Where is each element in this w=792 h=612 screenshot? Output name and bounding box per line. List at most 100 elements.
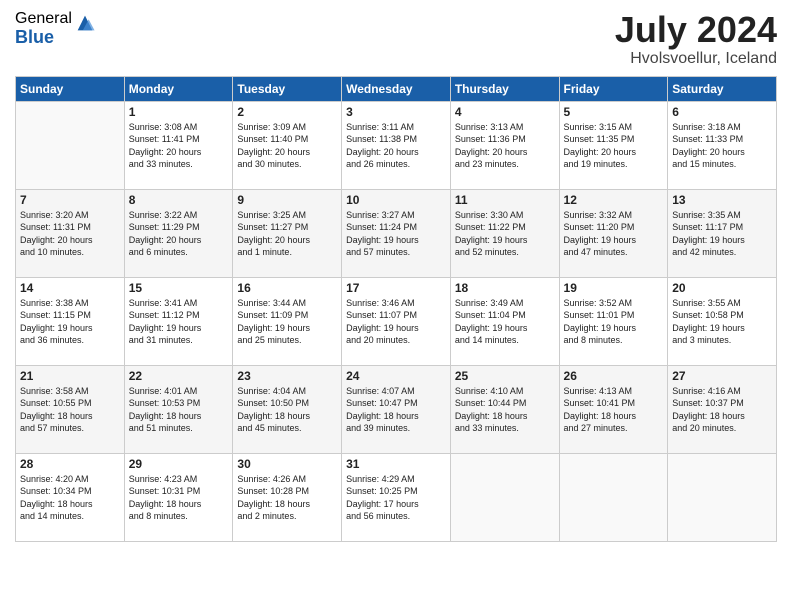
- day-number: 24: [346, 369, 446, 383]
- calendar-cell: 2Sunrise: 3:09 AM Sunset: 11:40 PM Dayli…: [233, 101, 342, 189]
- day-info: Sunrise: 4:23 AM Sunset: 10:31 PM Daylig…: [129, 473, 229, 523]
- calendar-cell: [668, 453, 777, 541]
- calendar-cell: 17 Sunrise: 3:46 AM Sunset: 11:07 PM Dayl…: [342, 277, 451, 365]
- day-info: Sunrise: 3:52 AM Sunset: 11:01 PM Daylig…: [564, 297, 664, 347]
- day-number: 20: [672, 281, 772, 295]
- day-number: 29: [129, 457, 229, 471]
- day-number: 18: [455, 281, 555, 295]
- day-info: Sunrise: 3:20 AM Sunset: 11:31 PM Daylig…: [20, 209, 120, 259]
- day-info: Sunrise: 3:15 AM Sunset: 11:35 PM Daylig…: [564, 121, 664, 171]
- week-row-4: 21 Sunrise: 3:58 AM Sunset: 10:55 PM Dayl…: [16, 365, 777, 453]
- calendar-cell: 28Sunrise: 4:20 AM Sunset: 10:34 PM Dayl…: [16, 453, 125, 541]
- day-number: 13: [672, 193, 772, 207]
- logo-text: General Blue: [15, 10, 72, 47]
- header-day-sunday: Sunday: [16, 76, 125, 101]
- day-number: 1: [129, 105, 229, 119]
- calendar-cell: 3 Sunrise: 3:11 AM Sunset: 11:38 PM Dayli…: [342, 101, 451, 189]
- calendar-cell: [559, 453, 668, 541]
- calendar-table: SundayMondayTuesdayWednesdayThursdayFrid…: [15, 76, 777, 542]
- day-number: 5: [564, 105, 664, 119]
- calendar-cell: 12 Sunrise: 3:32 AM Sunset: 11:20 PM Dayl…: [559, 189, 668, 277]
- calendar-cell: 4 Sunrise: 3:13 AM Sunset: 11:36 PM Dayli…: [450, 101, 559, 189]
- calendar-cell: 8Sunrise: 3:22 AM Sunset: 11:29 PM Dayli…: [124, 189, 233, 277]
- day-info: Sunrise: 3:46 AM Sunset: 11:07 PM Daylig…: [346, 297, 446, 347]
- calendar-cell: 14 Sunrise: 3:38 AM Sunset: 11:15 PM Dayl…: [16, 277, 125, 365]
- calendar-cell: 15Sunrise: 3:41 AM Sunset: 11:12 PM Dayl…: [124, 277, 233, 365]
- calendar-cell: 16Sunrise: 3:44 AM Sunset: 11:09 PM Dayl…: [233, 277, 342, 365]
- day-info: Sunrise: 3:13 AM Sunset: 11:36 PM Daylig…: [455, 121, 555, 171]
- page: General Blue July 2024 Hvolsvoellur, Ice…: [0, 0, 792, 612]
- week-row-1: 1 Sunrise: 3:08 AM Sunset: 11:41 PM Dayli…: [16, 101, 777, 189]
- header: General Blue July 2024 Hvolsvoellur, Ice…: [15, 10, 777, 68]
- calendar-cell: 23 Sunrise: 4:04 AM Sunset: 10:50 PM Dayl…: [233, 365, 342, 453]
- header-row: SundayMondayTuesdayWednesdayThursdayFrid…: [16, 76, 777, 101]
- day-number: 22: [129, 369, 229, 383]
- day-info: Sunrise: 4:26 AM Sunset: 10:28 PM Daylig…: [237, 473, 337, 523]
- title-block: July 2024 Hvolsvoellur, Iceland: [615, 10, 777, 68]
- logo-blue: Blue: [15, 28, 72, 48]
- calendar-cell: 25 Sunrise: 4:10 AM Sunset: 10:44 PM Dayl…: [450, 365, 559, 453]
- day-info: Sunrise: 3:32 AM Sunset: 11:20 PM Daylig…: [564, 209, 664, 259]
- month-year: July 2024: [615, 10, 777, 50]
- calendar-cell: 13 Sunrise: 3:35 AM Sunset: 11:17 PM Dayl…: [668, 189, 777, 277]
- calendar-cell: 27 Sunrise: 4:16 AM Sunset: 10:37 PM Dayl…: [668, 365, 777, 453]
- day-number: 7: [20, 193, 120, 207]
- calendar-cell: 21 Sunrise: 3:58 AM Sunset: 10:55 PM Dayl…: [16, 365, 125, 453]
- day-number: 28: [20, 457, 120, 471]
- day-number: 23: [237, 369, 337, 383]
- calendar-cell: [16, 101, 125, 189]
- calendar-cell: 5 Sunrise: 3:15 AM Sunset: 11:35 PM Dayli…: [559, 101, 668, 189]
- day-number: 26: [564, 369, 664, 383]
- day-number: 3: [346, 105, 446, 119]
- day-info: Sunrise: 3:09 AM Sunset: 11:40 PM Daylig…: [237, 121, 337, 171]
- day-info: Sunrise: 3:58 AM Sunset: 10:55 PM Daylig…: [20, 385, 120, 435]
- day-number: 19: [564, 281, 664, 295]
- day-number: 21: [20, 369, 120, 383]
- day-info: Sunrise: 3:49 AM Sunset: 11:04 PM Daylig…: [455, 297, 555, 347]
- calendar-cell: 7 Sunrise: 3:20 AM Sunset: 11:31 PM Dayli…: [16, 189, 125, 277]
- day-info: Sunrise: 4:13 AM Sunset: 10:41 PM Daylig…: [564, 385, 664, 435]
- calendar-cell: 19 Sunrise: 3:52 AM Sunset: 11:01 PM Dayl…: [559, 277, 668, 365]
- location: Hvolsvoellur, Iceland: [615, 50, 777, 68]
- day-number: 25: [455, 369, 555, 383]
- day-info: Sunrise: 4:10 AM Sunset: 10:44 PM Daylig…: [455, 385, 555, 435]
- day-number: 9: [237, 193, 337, 207]
- day-number: 14: [20, 281, 120, 295]
- day-number: 15: [129, 281, 229, 295]
- calendar-cell: 20 Sunrise: 3:55 AM Sunset: 10:58 PM Dayl…: [668, 277, 777, 365]
- calendar-cell: 10Sunrise: 3:27 AM Sunset: 11:24 PM Dayl…: [342, 189, 451, 277]
- day-number: 11: [455, 193, 555, 207]
- calendar-cell: 18 Sunrise: 3:49 AM Sunset: 11:04 PM Dayl…: [450, 277, 559, 365]
- day-info: Sunrise: 3:38 AM Sunset: 11:15 PM Daylig…: [20, 297, 120, 347]
- day-info: Sunrise: 4:16 AM Sunset: 10:37 PM Daylig…: [672, 385, 772, 435]
- day-info: Sunrise: 3:27 AM Sunset: 11:24 PM Daylig…: [346, 209, 446, 259]
- day-info: Sunrise: 4:04 AM Sunset: 10:50 PM Daylig…: [237, 385, 337, 435]
- day-number: 4: [455, 105, 555, 119]
- day-info: Sunrise: 3:11 AM Sunset: 11:38 PM Daylig…: [346, 121, 446, 171]
- day-number: 17: [346, 281, 446, 295]
- day-info: Sunrise: 3:30 AM Sunset: 11:22 PM Daylig…: [455, 209, 555, 259]
- header-day-saturday: Saturday: [668, 76, 777, 101]
- header-day-friday: Friday: [559, 76, 668, 101]
- calendar-cell: 31 Sunrise: 4:29 AM Sunset: 10:25 PM Dayl…: [342, 453, 451, 541]
- week-row-3: 14 Sunrise: 3:38 AM Sunset: 11:15 PM Dayl…: [16, 277, 777, 365]
- header-day-monday: Monday: [124, 76, 233, 101]
- day-number: 16: [237, 281, 337, 295]
- day-info: Sunrise: 4:07 AM Sunset: 10:47 PM Daylig…: [346, 385, 446, 435]
- day-info: Sunrise: 3:25 AM Sunset: 11:27 PM Daylig…: [237, 209, 337, 259]
- header-day-wednesday: Wednesday: [342, 76, 451, 101]
- calendar-cell: 29 Sunrise: 4:23 AM Sunset: 10:31 PM Dayl…: [124, 453, 233, 541]
- logo-general: General: [15, 10, 72, 28]
- logo: General Blue: [15, 10, 96, 47]
- day-number: 31: [346, 457, 446, 471]
- calendar-cell: 22Sunrise: 4:01 AM Sunset: 10:53 PM Dayl…: [124, 365, 233, 453]
- day-info: Sunrise: 3:55 AM Sunset: 10:58 PM Daylig…: [672, 297, 772, 347]
- day-info: Sunrise: 4:29 AM Sunset: 10:25 PM Daylig…: [346, 473, 446, 523]
- day-info: Sunrise: 3:08 AM Sunset: 11:41 PM Daylig…: [129, 121, 229, 171]
- day-info: Sunrise: 3:18 AM Sunset: 11:33 PM Daylig…: [672, 121, 772, 171]
- calendar-cell: 9 Sunrise: 3:25 AM Sunset: 11:27 PM Dayli…: [233, 189, 342, 277]
- day-number: 27: [672, 369, 772, 383]
- calendar-cell: 26 Sunrise: 4:13 AM Sunset: 10:41 PM Dayl…: [559, 365, 668, 453]
- day-info: Sunrise: 3:35 AM Sunset: 11:17 PM Daylig…: [672, 209, 772, 259]
- day-number: 12: [564, 193, 664, 207]
